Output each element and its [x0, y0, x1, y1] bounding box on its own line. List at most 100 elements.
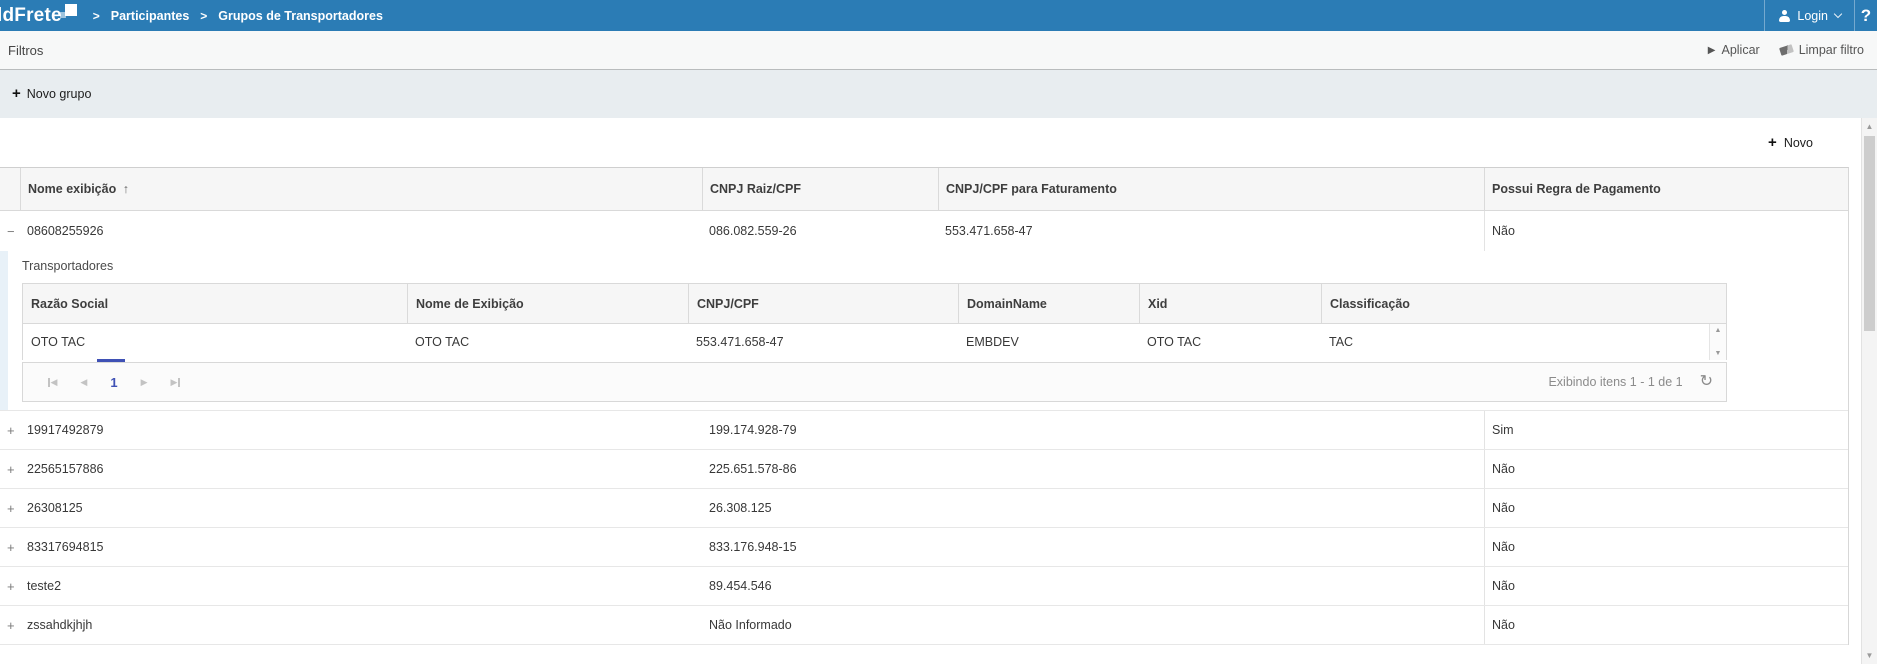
top-navbar: ldFrete > Participantes > Grupos de Tran…	[0, 0, 1877, 31]
expander-column-header	[0, 168, 20, 210]
login-label: Login	[1797, 9, 1828, 23]
subgrid-header-row: Razão Social Nome de Exibição CNPJ/CPF D…	[23, 284, 1726, 324]
filters-title: Filtros	[8, 43, 43, 58]
login-menu[interactable]: Login	[1765, 0, 1854, 31]
help-button[interactable]: ?	[1855, 0, 1877, 31]
expand-row-icon[interactable]: +	[0, 567, 20, 605]
breadcrumb-chevron-icon: >	[93, 9, 100, 23]
collapse-row-icon[interactable]: −	[0, 211, 20, 251]
clear-filter-button[interactable]: Limpar filtro	[1780, 43, 1864, 57]
logo-text: ldFrete	[0, 1, 62, 30]
cell-cnpj-faturamento	[938, 528, 1484, 566]
scroll-up-icon[interactable]: ▲	[1715, 327, 1722, 334]
new-button-label: Novo	[1784, 136, 1813, 150]
apply-filter-button[interactable]: ▶ Aplicar	[1708, 43, 1760, 57]
breadcrumb-item-grupos[interactable]: Grupos de Transportadores	[218, 9, 383, 23]
table-row[interactable]: − 08608255926 086.082.559-26 553.471.658…	[0, 211, 1848, 251]
expand-row-icon[interactable]: +	[0, 528, 20, 566]
subcell-domainname: EMBDEV	[958, 324, 1139, 360]
subgrid-row[interactable]: OTO TAC OTO TAC 553.471.658-47 EMBDEV OT…	[23, 324, 1726, 360]
filter-actions: ▶ Aplicar Limpar filtro	[1708, 43, 1864, 57]
grid-rows: + 19917492879 199.174.928-79 Sim + 22565…	[0, 411, 1848, 645]
table-row[interactable]: + 26308125 26.308.125 Não	[0, 489, 1848, 528]
cell-cnpj-raiz: 833.176.948-15	[702, 528, 938, 566]
cell-cnpj-faturamento	[938, 411, 1484, 449]
column-header-nome-exibicao[interactable]: Nome exibição ↑	[20, 168, 702, 210]
last-page-bar-icon	[178, 378, 180, 387]
column-header-label: Nome exibição	[28, 182, 116, 196]
cell-nome: 83317694815	[20, 528, 702, 566]
subcolumn-cnpj-cpf[interactable]: CNPJ/CPF	[688, 284, 958, 323]
table-row[interactable]: + zssahdkjhjh Não Informado Não	[0, 606, 1848, 645]
subcell-razao-social: OTO TAC	[23, 324, 407, 360]
row-detail-panel: Transportadores Razão Social Nome de Exi…	[0, 251, 1848, 411]
cell-cnpj-raiz: 086.082.559-26	[702, 211, 938, 251]
scroll-down-icon[interactable]: ▼	[1715, 350, 1722, 357]
app-root: ldFrete > Participantes > Grupos de Tran…	[0, 0, 1877, 664]
cell-cnpj-raiz: 89.454.546	[702, 567, 938, 605]
expand-row-icon[interactable]: +	[0, 489, 20, 527]
detail-left-strip	[0, 251, 8, 410]
grid-header-row: Nome exibição ↑ CNPJ Raiz/CPF CNPJ/CPF p…	[0, 168, 1848, 211]
topbar-right: Login ?	[1764, 0, 1877, 31]
last-page-button[interactable]: ▶	[171, 377, 180, 388]
filter-bar: Filtros ▶ Aplicar Limpar filtro	[0, 31, 1877, 70]
logo-square-icon	[65, 4, 77, 16]
subcolumn-domainname[interactable]: DomainName	[958, 284, 1139, 323]
column-header-cnpj-raiz[interactable]: CNPJ Raiz/CPF	[702, 168, 938, 210]
subcell-classificacao: TAC	[1321, 324, 1711, 360]
expand-row-icon[interactable]: +	[0, 411, 20, 449]
new-group-button[interactable]: + Novo grupo	[12, 87, 91, 101]
scrollbar-down-icon[interactable]: ▼	[1862, 651, 1877, 660]
column-header-cnpj-faturamento[interactable]: CNPJ/CPF para Faturamento	[938, 168, 1484, 210]
table-row[interactable]: + 83317694815 833.176.948-15 Não	[0, 528, 1848, 567]
breadcrumb: > Participantes > Grupos de Transportado…	[93, 9, 383, 23]
refresh-icon[interactable]: ↻	[1700, 375, 1713, 389]
cell-possui-regra: Não	[1484, 567, 1849, 605]
subgrid-pager: ◀ ◀ 1 ▶ ▶ Exibindo itens 1 - 1 de 1	[22, 362, 1727, 402]
subcolumn-xid[interactable]: Xid	[1139, 284, 1321, 323]
subcolumn-razao-social[interactable]: Razão Social	[23, 284, 407, 323]
detail-title: Transportadores	[22, 259, 113, 273]
table-row[interactable]: + 22565157886 225.651.578-86 Não	[0, 450, 1848, 489]
sort-ascending-icon: ↑	[123, 182, 129, 196]
cell-cnpj-faturamento	[938, 606, 1484, 644]
cell-possui-regra: Não	[1484, 211, 1849, 251]
page-scrollbar[interactable]: ▲ ▼	[1861, 118, 1877, 664]
plus-icon: +	[12, 88, 21, 100]
expand-row-icon[interactable]: +	[0, 606, 20, 644]
new-button[interactable]: + Novo	[1768, 136, 1813, 150]
previous-page-button[interactable]: ◀	[80, 377, 87, 388]
new-group-label: Novo grupo	[27, 87, 92, 101]
subcell-nome-exibicao: OTO TAC	[407, 324, 688, 360]
subcell-cnpj-cpf: 553.471.658-47	[688, 324, 958, 360]
column-header-possui-regra[interactable]: Possui Regra de Pagamento	[1484, 168, 1849, 210]
subgrid-scrollbar[interactable]: ▲ ▼	[1709, 324, 1726, 360]
table-row[interactable]: + teste2 89.454.546 Não	[0, 567, 1848, 606]
cell-possui-regra: Não	[1484, 606, 1849, 644]
cell-cnpj-raiz: 225.651.578-86	[702, 450, 938, 488]
cell-possui-regra: Sim	[1484, 411, 1849, 449]
cell-nome: 19917492879	[20, 411, 702, 449]
breadcrumb-item-participantes[interactable]: Participantes	[111, 9, 190, 23]
apply-filter-label: Aplicar	[1721, 43, 1759, 57]
next-page-button[interactable]: ▶	[141, 377, 148, 388]
pager-status-area: Exibindo itens 1 - 1 de 1 ↻	[1548, 375, 1713, 389]
expand-row-icon[interactable]: +	[0, 450, 20, 488]
first-page-button[interactable]: ◀	[48, 377, 57, 388]
cell-nome: 08608255926	[20, 211, 702, 251]
scrollbar-thumb[interactable]	[1864, 136, 1875, 331]
cell-cnpj-faturamento	[938, 567, 1484, 605]
subcolumn-classificacao[interactable]: Classificação	[1321, 284, 1711, 323]
cell-cnpj-raiz: 199.174.928-79	[702, 411, 938, 449]
table-row[interactable]: + 19917492879 199.174.928-79 Sim	[0, 411, 1848, 450]
subcolumn-nome-exibicao[interactable]: Nome de Exibição	[407, 284, 688, 323]
cell-cnpj-faturamento	[938, 450, 1484, 488]
cell-nome: 22565157886	[20, 450, 702, 488]
scrollbar-up-icon[interactable]: ▲	[1862, 122, 1877, 131]
clear-filter-label: Limpar filtro	[1799, 43, 1864, 57]
user-icon	[1778, 10, 1790, 21]
page-number-button[interactable]: 1	[110, 375, 117, 390]
app-logo[interactable]: ldFrete	[0, 1, 77, 30]
play-icon: ▶	[1708, 45, 1716, 56]
